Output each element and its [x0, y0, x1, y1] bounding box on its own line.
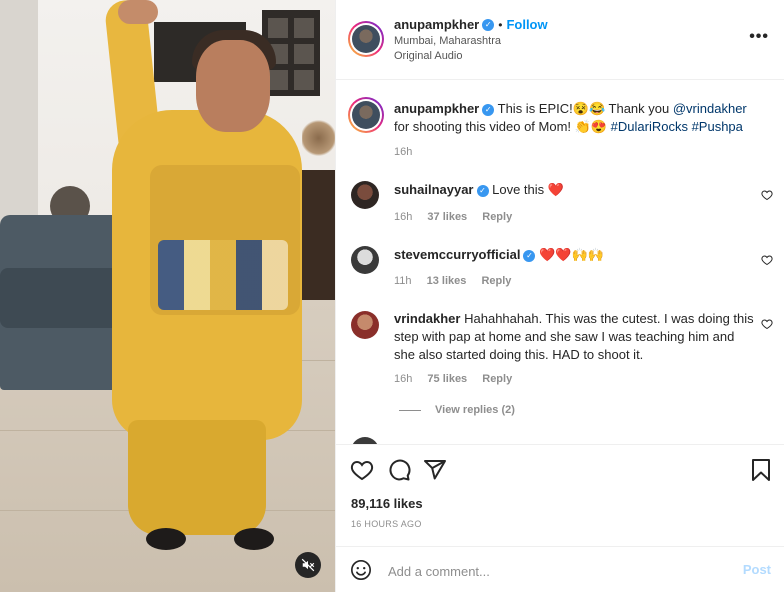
comment-meta: 16h 75 likes Reply [394, 373, 524, 385]
comment-like-heart-icon[interactable] [761, 318, 773, 330]
post-sidebar: anupampkher ✓ • Follow Mumbai, Maharashtra … [335, 0, 784, 592]
verified-badge-icon: ✓ [482, 18, 495, 31]
comment-likes[interactable]: 37 likes [427, 211, 467, 223]
comment-emoji: ❤️ [547, 182, 564, 197]
caption-text: Thank you [608, 101, 670, 116]
post-comment-button[interactable]: Post [743, 562, 771, 577]
commenter-avatar[interactable] [351, 311, 379, 339]
post-caption: anupampkher ✓ This is EPIC!😵😂 Thank you @… [394, 100, 764, 136]
view-replies-line [399, 410, 421, 411]
commenter-avatar[interactable] [351, 246, 379, 274]
add-comment-bar: Post [336, 546, 784, 592]
video-scene-plant [302, 118, 335, 158]
caption-author-avatar[interactable] [348, 97, 384, 133]
author-avatar[interactable] [348, 21, 384, 57]
caption-mention-link[interactable]: @vrindakher [673, 101, 747, 116]
caption-text: This is EPIC! [497, 101, 573, 116]
commenter-username[interactable]: stevemccurryofficial [394, 247, 520, 262]
comment-likes[interactable]: 13 likes [427, 275, 467, 287]
comment-time[interactable]: 16h [394, 211, 412, 223]
commenter-avatar[interactable] [351, 181, 379, 209]
share-icon[interactable] [423, 458, 447, 482]
audio-label[interactable]: Original Audio [394, 50, 463, 62]
video-scene-sofa-arm [0, 268, 130, 328]
likes-count[interactable]: 89,116 likes [351, 496, 423, 511]
video-person-hand [118, 0, 158, 24]
caption-emoji: 😵😂 [572, 101, 606, 116]
comment-like-heart-icon[interactable] [761, 189, 773, 201]
post-actions: 89,116 likes 16 HOURS AGO [336, 446, 784, 546]
comments-section[interactable]: anupampkher ✓ This is EPIC!😵😂 Thank you @… [336, 81, 784, 445]
instagram-post-modal: anupampkher ✓ • Follow Mumbai, Maharashtra … [0, 0, 784, 592]
verified-badge-icon: ✓ [523, 249, 536, 262]
caption-hashtags-link[interactable]: #DulariRocks #Pushpa [611, 119, 743, 134]
author-username[interactable]: anupampkher [394, 17, 479, 32]
commenter-username[interactable]: suhailnayyar [394, 182, 474, 197]
video-person-shoe [146, 528, 186, 550]
more-options-icon[interactable]: ••• [749, 28, 769, 46]
comment-text: Love this [492, 182, 545, 197]
comment-time[interactable]: 16h [394, 373, 412, 385]
bookmark-icon[interactable] [750, 458, 772, 482]
verified-badge-icon: ✓ [476, 184, 489, 197]
comment-likes[interactable]: 75 likes [427, 373, 467, 385]
caption-text: for shooting this video of Mom! [394, 119, 572, 134]
caption-emoji: 👏😍 [574, 119, 608, 134]
video-person-legs [128, 420, 266, 535]
comment-meta: 16h 37 likes Reply [394, 211, 524, 223]
video-person-head [196, 40, 270, 132]
emoji-icon[interactable] [350, 559, 372, 581]
reply-button[interactable]: Reply [482, 211, 512, 223]
video-person-shawl-pattern [158, 240, 288, 310]
post-video[interactable] [0, 0, 335, 592]
heart-icon[interactable] [350, 458, 374, 482]
comment-icon[interactable] [387, 458, 411, 482]
post-timestamp[interactable]: 16 HOURS AGO [351, 519, 422, 529]
commenter-avatar[interactable] [351, 437, 379, 444]
reply-button[interactable]: Reply [482, 373, 512, 385]
mute-toggle-button[interactable] [295, 552, 321, 578]
post-location[interactable]: Mumbai, Maharashtra [394, 35, 501, 47]
comment-like-heart-icon[interactable] [761, 254, 773, 266]
post-header: anupampkher ✓ • Follow Mumbai, Maharashtra … [336, 0, 784, 80]
muted-speaker-icon [301, 558, 315, 572]
comment-input[interactable] [386, 559, 720, 583]
comment-time[interactable]: 11h [394, 275, 412, 287]
caption-username[interactable]: anupampkher [394, 101, 479, 116]
video-person-shoe [234, 528, 274, 550]
separator-dot: • [498, 18, 503, 32]
caption-time[interactable]: 16h [394, 146, 412, 158]
follow-button[interactable]: Follow [506, 17, 547, 32]
commenter-username[interactable]: vrindakher [394, 311, 460, 326]
verified-badge-icon: ✓ [482, 103, 495, 116]
comment-emoji: ❤️❤️🙌🙌 [539, 247, 604, 262]
reply-button[interactable]: Reply [481, 275, 511, 287]
view-replies-button[interactable]: View replies (2) [435, 404, 515, 416]
comment-meta: 11h 13 likes Reply [394, 275, 523, 287]
